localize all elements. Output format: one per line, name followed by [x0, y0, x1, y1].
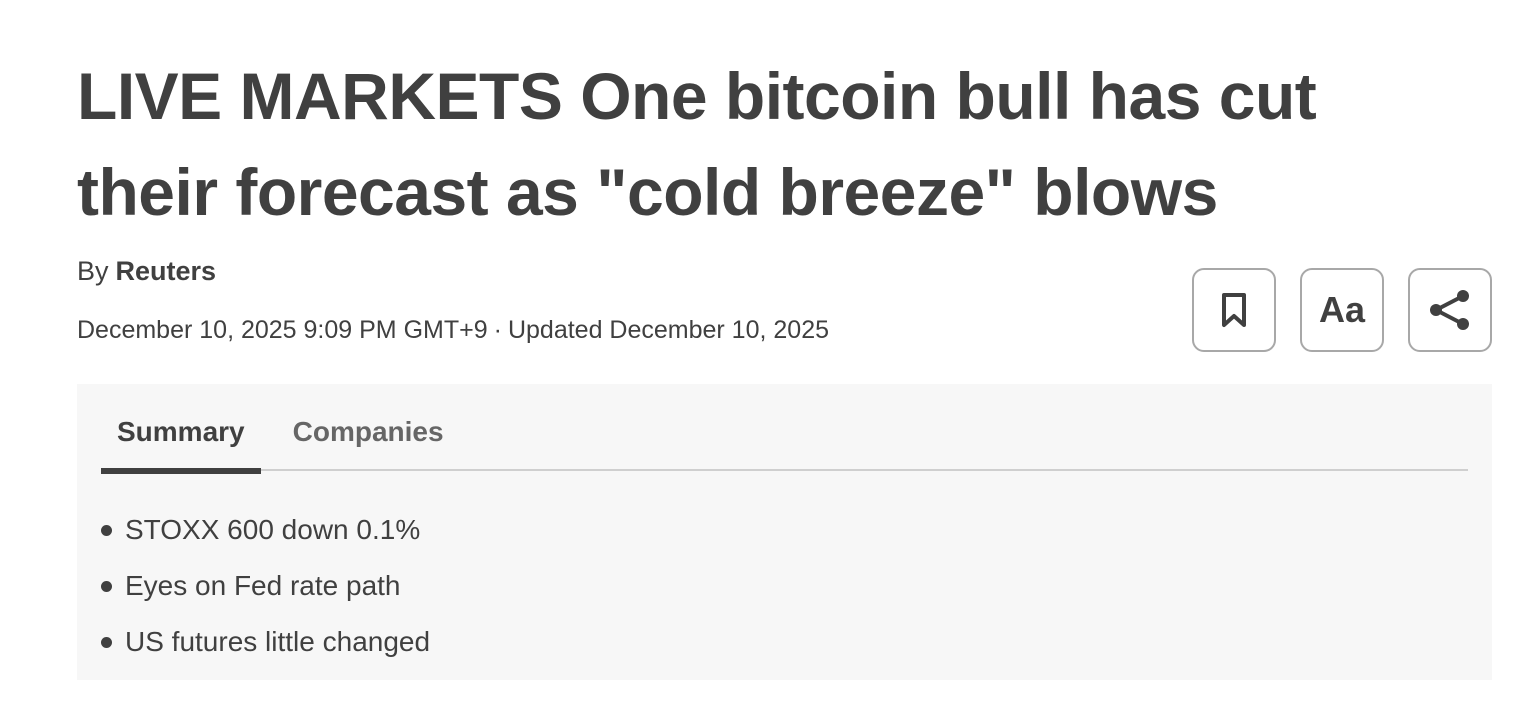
share-button[interactable] — [1408, 268, 1492, 352]
summary-bullet: Eyes on Fed rate path — [101, 558, 430, 614]
headline: LIVE MARKETS One bitcoin bull has cut th… — [77, 59, 1317, 229]
updated-date: Updated December 10, 2025 — [507, 316, 829, 344]
date-separator: · — [493, 316, 502, 344]
bullet-dot — [101, 636, 112, 648]
byline: By Reuters — [77, 256, 216, 287]
summary-panel: Summary Companies STOXX 600 down 0.1% Ey… — [77, 384, 1492, 680]
author-link[interactable]: Reuters — [116, 256, 217, 287]
summary-bullet-text: US futures little changed — [125, 626, 431, 657]
summary-bullet: STOXX 600 down 0.1% — [101, 502, 430, 558]
bullet-dot — [101, 524, 112, 536]
summary-bullet-list: STOXX 600 down 0.1% Eyes on Fed rate pat… — [101, 502, 430, 670]
tab-summary[interactable]: Summary — [101, 384, 261, 474]
share-icon — [1430, 290, 1469, 330]
byline-prefix: By — [77, 256, 109, 286]
summary-bullet-text: Eyes on Fed rate path — [125, 570, 401, 601]
summary-bullet: US futures little changed — [101, 614, 430, 670]
article-tools: Aa — [1192, 268, 1492, 352]
published-date: December 10, 2025 9:09 PM GMT+9 — [77, 316, 488, 344]
bookmark-button[interactable] — [1192, 268, 1276, 352]
summary-tabs: Summary Companies — [101, 384, 1468, 474]
bullet-dot — [101, 580, 112, 592]
bookmark-icon — [1222, 293, 1246, 327]
article-header: LIVE MARKETS One bitcoin bull has cut th… — [77, 48, 1457, 240]
dateline: December 10, 2025 9:09 PM GMT+9 · Update… — [77, 316, 829, 345]
summary-bullet-text: STOXX 600 down 0.1% — [125, 514, 421, 545]
text-size-button[interactable]: Aa — [1300, 268, 1384, 352]
text-size-label: Aa — [1318, 289, 1366, 330]
tab-companies[interactable]: Companies — [277, 384, 460, 471]
